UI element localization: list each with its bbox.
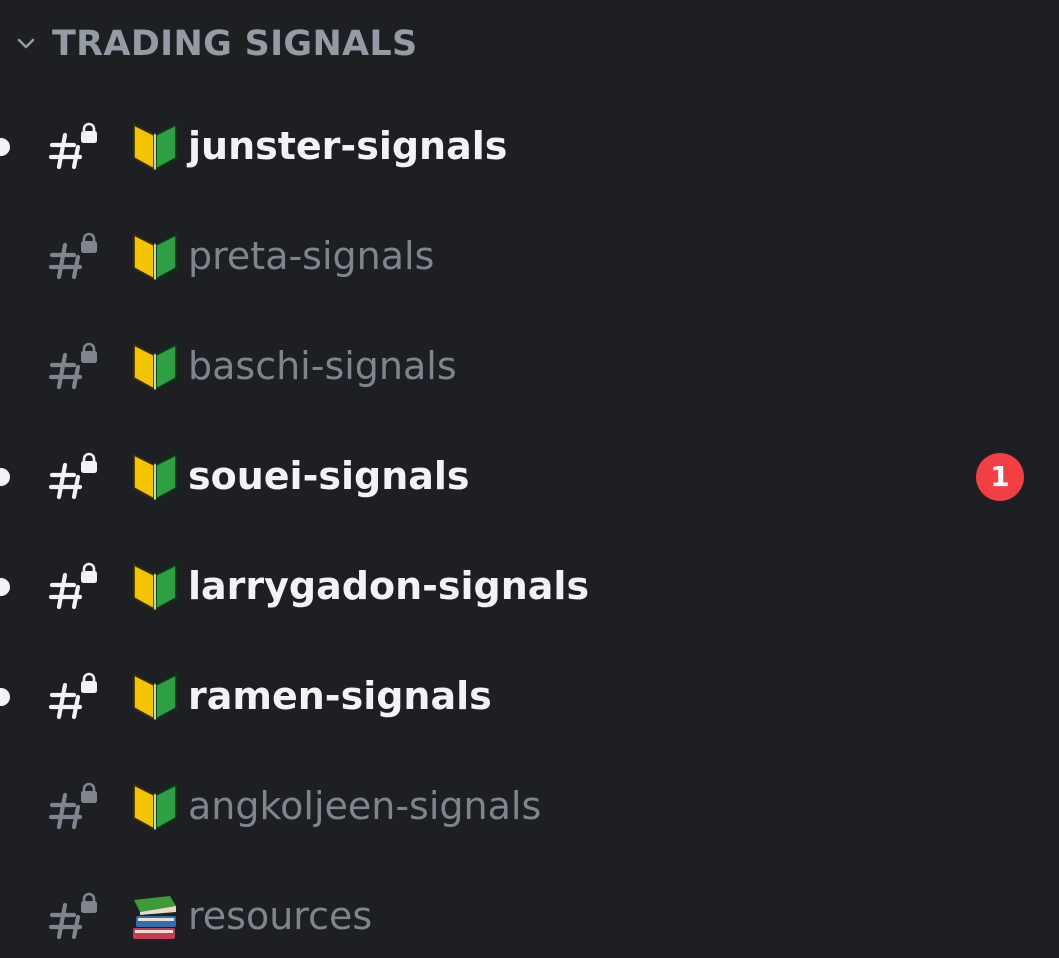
locked-text-channel-icon bbox=[48, 562, 97, 610]
beginner-leaf-icon bbox=[133, 344, 177, 390]
category-label: TRADING SIGNALS bbox=[52, 23, 418, 64]
beginner-leaf-icon bbox=[133, 784, 177, 830]
channel-item-ramen-signals[interactable]: ramen-signals bbox=[0, 642, 1059, 752]
channel-name: larrygadon-signals bbox=[188, 564, 590, 609]
unread-indicator bbox=[0, 138, 10, 156]
channel-name: junster-signals bbox=[188, 124, 508, 169]
channel-name: angkoljeen-signals bbox=[188, 784, 542, 829]
beginner-leaf-icon bbox=[133, 124, 177, 170]
unread-indicator bbox=[0, 688, 10, 706]
channel-item-baschi-signals[interactable]: baschi-signals bbox=[0, 312, 1059, 422]
beginner-leaf-icon bbox=[133, 564, 177, 610]
unread-indicator bbox=[0, 578, 10, 596]
locked-text-channel-icon bbox=[48, 232, 97, 280]
channel-item-angkoljeen-signals[interactable]: angkoljeen-signals bbox=[0, 752, 1059, 862]
locked-text-channel-icon bbox=[48, 342, 97, 390]
channel-item-larrygadon-signals[interactable]: larrygadon-signals bbox=[0, 532, 1059, 642]
beginner-leaf-icon bbox=[133, 454, 177, 500]
channel-name: preta-signals bbox=[188, 234, 435, 279]
chevron-down-icon bbox=[17, 38, 35, 49]
channel-name: ramen-signals bbox=[188, 674, 492, 719]
locked-text-channel-icon bbox=[48, 122, 97, 170]
mention-badge: 1 bbox=[976, 453, 1024, 501]
channel-name: resources bbox=[188, 894, 373, 939]
books-icon bbox=[133, 896, 176, 939]
channel-list: junster-signals preta-signals baschi-signa… bbox=[0, 92, 1059, 958]
channel-item-preta-signals[interactable]: preta-signals bbox=[0, 202, 1059, 312]
locked-text-channel-icon bbox=[48, 452, 97, 500]
channel-item-junster-signals[interactable]: junster-signals bbox=[0, 92, 1059, 202]
category-header[interactable]: TRADING SIGNALS bbox=[14, 18, 418, 70]
locked-text-channel-icon bbox=[48, 892, 97, 940]
beginner-leaf-icon bbox=[133, 674, 177, 720]
unread-indicator bbox=[0, 468, 10, 486]
channel-name: baschi-signals bbox=[188, 344, 457, 389]
beginner-leaf-icon bbox=[133, 234, 177, 280]
locked-text-channel-icon bbox=[48, 782, 97, 830]
channel-item-resources[interactable]: resources bbox=[0, 862, 1059, 958]
locked-text-channel-icon bbox=[48, 672, 97, 720]
channel-name: souei-signals bbox=[188, 454, 470, 499]
channel-item-souei-signals[interactable]: souei-signals 1 bbox=[0, 422, 1059, 532]
